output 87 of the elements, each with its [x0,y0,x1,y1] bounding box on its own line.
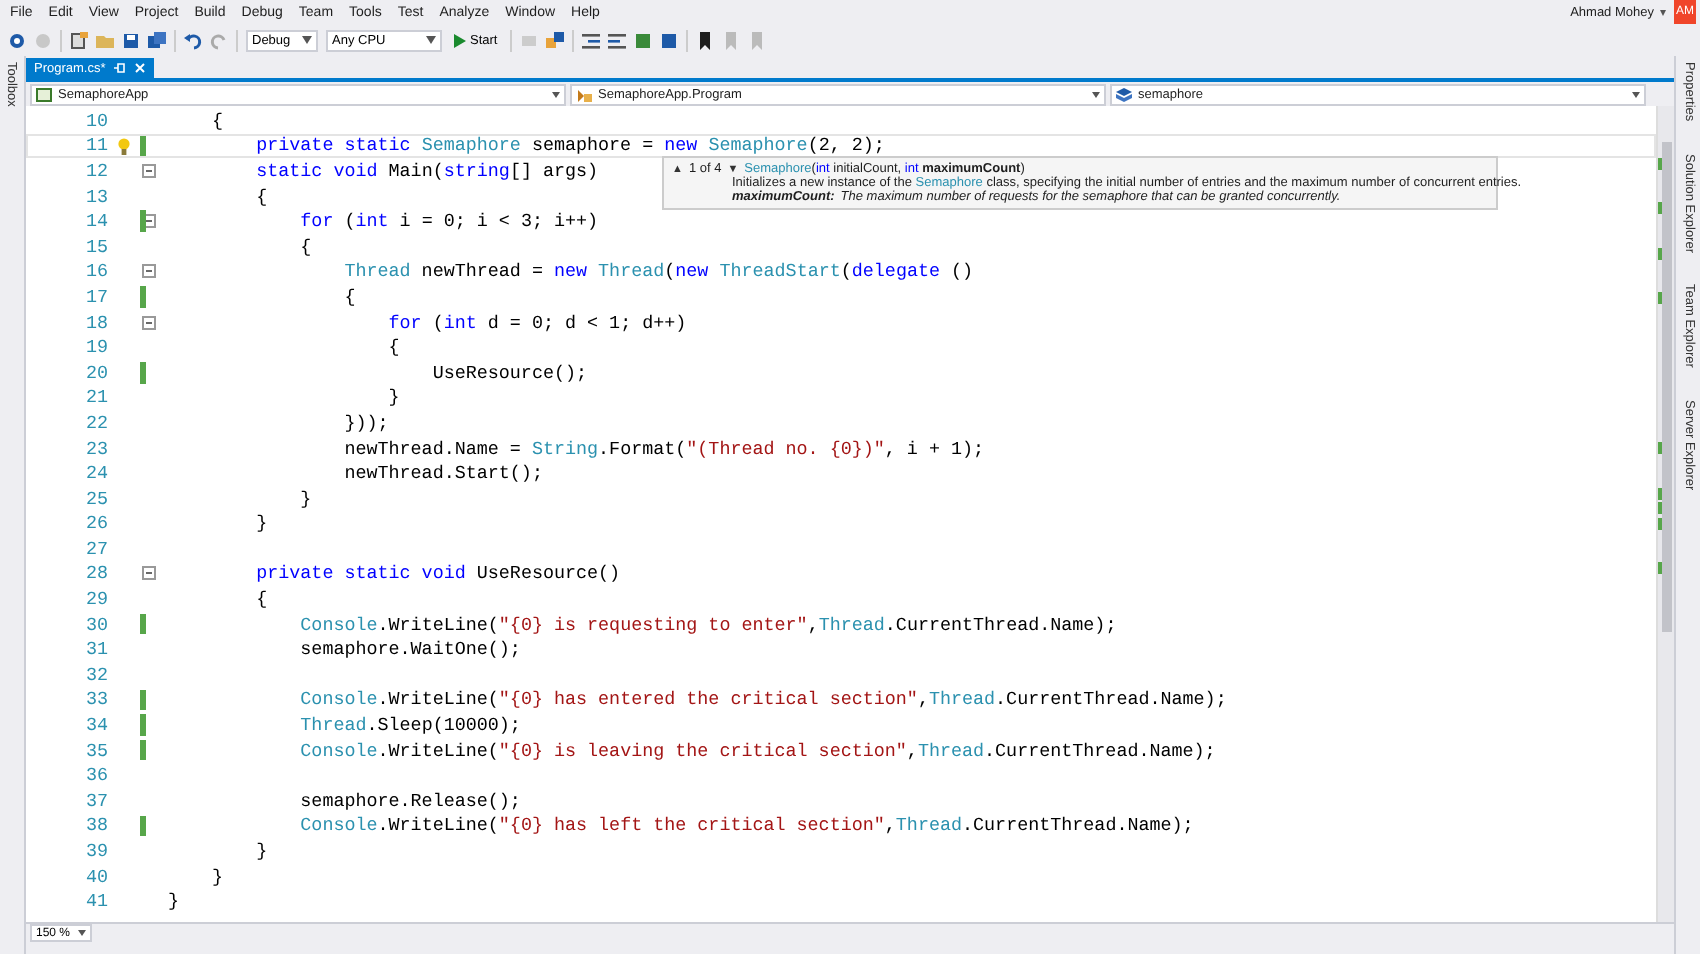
line-number: 32 [83,663,108,686]
line-number: 19 [83,336,108,359]
line-number: 35 [83,739,108,762]
line-number: 24 [83,462,108,485]
line-number: 14 [83,210,108,233]
line-number: 17 [83,285,108,308]
code-line: { [254,588,268,611]
line-number: 38 [83,814,108,837]
field-icon [1116,88,1132,102]
line-number: 33 [83,688,108,711]
caret-icon [1632,92,1640,98]
lightbulb-icon[interactable] [118,137,130,156]
class-icon [576,88,592,102]
save-icon[interactable] [122,31,140,49]
code-line: { [210,109,224,132]
save-all-icon[interactable] [148,31,166,49]
close-icon[interactable] [133,62,146,74]
code-line: } [386,386,400,409]
code-line: } [254,840,268,863]
indent-icon[interactable] [581,31,600,49]
line-number: 29 [83,588,108,611]
line-number: 16 [83,260,108,283]
line-number: 31 [83,638,108,661]
caret-icon [302,36,312,44]
line-number: 10 [83,109,108,132]
play-icon [454,33,466,47]
caret-icon [426,36,436,44]
code-line: semaphore.Release(); [298,789,521,812]
code-line: UseResource(); [430,361,588,384]
line-number: 22 [83,411,108,434]
code-line: private static Semaphore semaphore = new Semaphore(2, 2); [254,134,885,157]
code-line: { [254,185,268,208]
code-line: } [210,865,224,888]
back-icon[interactable] [8,31,26,49]
collapse-icon[interactable] [141,264,155,279]
line-number: 39 [83,840,108,863]
line-number: 21 [83,386,108,409]
caret-icon [78,930,87,936]
line-number: 15 [83,235,108,258]
code-line: Thread newThread = new Thread(new ThreadStart(delegate () [342,260,974,283]
project-icon [36,88,52,102]
line-number: 26 [83,512,108,535]
line-number: 23 [83,437,108,460]
code-line: })); [342,411,389,434]
code-line: newThread.Name = String.Format("(Thread no. {0})", i + 1); [342,437,985,460]
line-number: 27 [83,537,108,560]
code-line: Thread.Sleep(10000); [298,714,521,737]
code-line: for (int i = 0; i < 3; i++) [298,210,599,233]
vertical-scrollbar[interactable] [1656,106,1674,922]
undo-icon[interactable] [184,31,202,49]
line-number: 25 [83,487,108,510]
new-project-icon[interactable] [70,31,88,49]
code-line: Console.WriteLine("{0} is requesting to enter",Thread.CurrentThread.Name); [298,613,1117,636]
code-line: } [168,890,180,913]
code-line: newThread.Start(); [342,462,543,485]
line-number: 28 [83,562,108,585]
code-line: semaphore.WaitOne(); [298,638,521,661]
line-number: 20 [83,361,108,384]
code-line: Console.WriteLine("{0} is leaving the critical section",Thread.CurrentThread.Name); [298,739,1216,762]
code-line: } [298,487,312,510]
line-number: 40 [83,865,108,888]
caret-icon [1092,92,1100,98]
code-line: { [298,235,312,258]
line-number: 37 [83,789,108,812]
code-line: Console.WriteLine("{0} has entered the critical section",Thread.CurrentThread.Name); [298,688,1227,711]
pin-icon[interactable] [113,62,126,74]
bookmark-icon[interactable] [695,31,714,49]
code-line: } [254,512,268,535]
code-line: { [342,285,356,308]
collapse-icon[interactable] [141,163,155,178]
line-number: 34 [83,714,108,737]
line-number: 11 [83,134,108,157]
line-number: 13 [83,185,108,208]
code-line: for (int d = 0; d < 1; d++) [386,311,687,334]
code-line: { [386,336,400,359]
line-number: 30 [83,613,108,636]
line-number: 36 [83,764,108,787]
line-number: 18 [83,311,108,334]
line-number: 41 [83,890,108,913]
collapse-icon[interactable] [141,566,155,581]
line-number: 12 [83,159,108,182]
code-line: static void Main(string[] args) [254,159,599,182]
caret-icon [552,92,560,98]
code-line: private static void UseResource() [254,562,621,585]
code-line: Console.WriteLine("{0} has left the critical section",Thread.CurrentThread.Name); [298,814,1194,837]
outdent-icon[interactable] [607,31,626,49]
collapse-icon[interactable] [141,315,155,330]
